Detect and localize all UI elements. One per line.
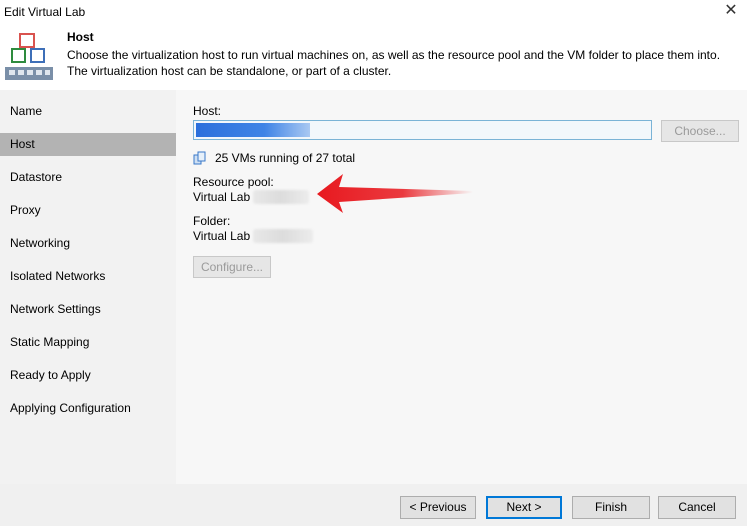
sidebar-item-name[interactable]: Name (0, 100, 176, 123)
folder-value: Virtual Lab (193, 229, 251, 243)
folder-label: Folder: (193, 214, 231, 228)
sidebar-item-networking[interactable]: Networking (0, 232, 176, 255)
redacted-resource-pool-suffix (253, 190, 309, 204)
window-title: Edit Virtual Lab (4, 5, 86, 19)
redacted-folder-suffix (253, 229, 313, 243)
wizard-steps-sidebar: Name Host Datastore Proxy Networking Iso… (0, 90, 176, 484)
cancel-button[interactable]: Cancel (658, 496, 736, 519)
close-icon[interactable]: ✕ (721, 2, 741, 22)
choose-host-button[interactable]: Choose... (661, 120, 739, 142)
sidebar-item-datastore[interactable]: Datastore (0, 166, 176, 189)
host-step-panel: Host: Choose... 25 VMs running of 27 tot… (176, 90, 747, 484)
wizard-header: Host Choose the virtualization host to r… (0, 24, 747, 90)
sidebar-item-static-mapping[interactable]: Static Mapping (0, 331, 176, 354)
host-label: Host: (193, 104, 222, 118)
page-description: Choose the virtualization host to run vi… (67, 48, 721, 78)
resource-pool-label: Resource pool: (193, 175, 274, 189)
wizard-footer: < Previous Next > Finish Cancel (0, 484, 747, 526)
resource-pool-value: Virtual Lab (193, 190, 251, 204)
sidebar-item-host[interactable]: Host (0, 133, 176, 156)
host-input-selection (196, 123, 310, 137)
previous-button[interactable]: < Previous (400, 496, 476, 519)
page-title: Host (67, 30, 94, 44)
sidebar-item-isolated-networks[interactable]: Isolated Networks (0, 265, 176, 288)
next-button[interactable]: Next > (486, 496, 562, 519)
red-arrow-icon (317, 174, 473, 213)
vm-status-text: 25 VMs running of 27 total (215, 151, 356, 165)
sidebar-item-applying-configuration[interactable]: Applying Configuration (0, 397, 176, 420)
virtual-lab-icon (5, 33, 53, 80)
host-input[interactable] (193, 120, 652, 140)
configure-button[interactable]: Configure... (193, 256, 271, 278)
title-bar: Edit Virtual Lab ✕ (0, 0, 747, 24)
finish-button[interactable]: Finish (572, 496, 650, 519)
sidebar-item-network-settings[interactable]: Network Settings (0, 298, 176, 321)
sidebar-item-proxy[interactable]: Proxy (0, 199, 176, 222)
vm-host-icon (193, 151, 206, 165)
sidebar-item-ready-to-apply[interactable]: Ready to Apply (0, 364, 176, 387)
